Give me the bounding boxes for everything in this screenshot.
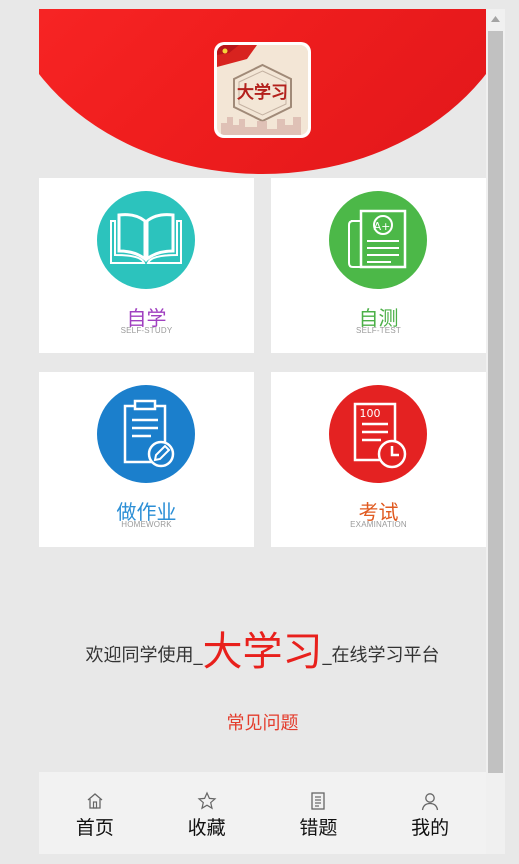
test-paper-icon: A+ [329,191,427,289]
user-icon [421,793,439,811]
book-icon [97,191,195,289]
grade-badge-text: A+ [374,220,391,233]
scroll-up-arrow-icon[interactable] [486,9,505,29]
tab-wrong-questions[interactable]: 错题 [263,772,375,854]
card-subtitle: SELF-TEST [356,326,401,335]
welcome-suffix: _在线学习平台 [322,645,440,666]
tab-label: 收藏 [187,817,226,839]
vertical-scrollbar[interactable] [486,9,505,854]
card-homework[interactable]: 做作业 HOMEWORK [39,372,254,547]
tab-label: 首页 [75,817,114,839]
clipboard-pen-icon [97,385,195,483]
home-icon [87,793,103,809]
tab-favorites[interactable]: 收藏 [151,772,263,854]
card-self-study[interactable]: 自学 SELF-STUDY [39,178,254,353]
logo-text: 大学习 [237,82,288,103]
scrollbar-thumb[interactable] [488,31,503,773]
tab-home[interactable]: 首页 [39,772,151,854]
exam-clock-icon: 100 [329,385,427,483]
tab-label: 我的 [411,817,450,839]
exam-score-text: 100 [360,407,381,420]
logo-image: 大学习 [217,45,308,135]
welcome-brand: 大学习 [202,629,323,675]
card-subtitle: EXAMINATION [350,520,407,529]
welcome-prefix: 欢迎同学使用_ [85,645,203,666]
header-banner: 大学习 [39,9,486,174]
faq-link[interactable]: 常见问题 [39,709,486,735]
document-icon [311,792,326,810]
welcome-message: 欢迎同学使用_大学习_在线学习平台 [39,619,486,677]
card-subtitle: HOMEWORK [121,520,172,529]
bottom-tab-bar: 首页 收藏 错题 我的 [39,772,486,854]
card-self-test[interactable]: A+ 自测 SELF-TEST [271,178,486,353]
app-logo: 大学习 [214,42,311,138]
tab-profile[interactable]: 我的 [374,772,486,854]
card-subtitle: SELF-STUDY [120,326,173,335]
app-screen: 大学习 自学 SELF-STUDY A+ 自测 SELF-TEST 做作业 HO… [39,9,486,854]
tab-label: 错题 [299,817,338,839]
card-examination[interactable]: 100 考试 EXAMINATION [271,372,486,547]
star-icon [197,791,217,810]
